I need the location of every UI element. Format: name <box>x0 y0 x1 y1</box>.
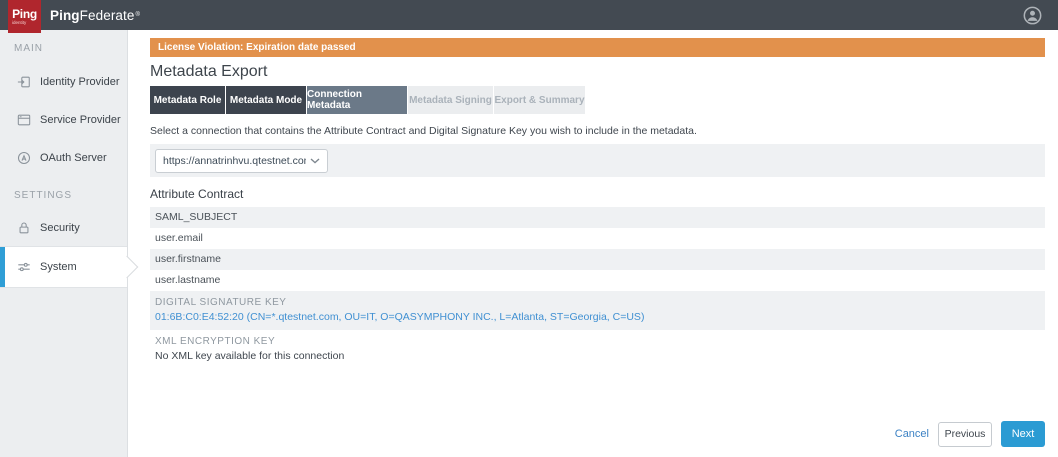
service-provider-icon <box>17 113 31 127</box>
wizard-footer: Cancel Previous Next <box>895 421 1045 447</box>
xml-encryption-key-label: XML ENCRYPTION KEY <box>155 336 1045 348</box>
previous-button[interactable]: Previous <box>938 422 992 447</box>
digital-signature-key-label: DIGITAL SIGNATURE KEY <box>155 297 1045 309</box>
digital-signature-key-link[interactable]: 01:6B:C0:E4:52:20 (CN=*.qtestnet.com, OU… <box>155 311 1045 324</box>
sidebar-item-label: OAuth Server <box>40 152 107 164</box>
sidebar-item-service-provider[interactable]: Service Provider <box>0 101 127 139</box>
instruction-text: Select a connection that contains the At… <box>150 125 1045 138</box>
sidebar: MAIN Identity Provider Service Provider <box>0 30 128 457</box>
ping-identity-logo[interactable]: Ping identity <box>8 0 41 33</box>
brand-federate: Federate <box>80 8 135 23</box>
connection-select[interactable]: https://annatrinhvu.qtestnet.com/sam <box>155 149 328 173</box>
page-title: Metadata Export <box>150 62 1045 82</box>
sidebar-item-label: System <box>40 261 77 273</box>
sidebar-item-security[interactable]: Security <box>0 209 127 247</box>
sidebar-item-oauth-server[interactable]: OAuth Server <box>0 139 127 177</box>
connection-select-band: https://annatrinhvu.qtestnet.com/sam <box>150 144 1045 177</box>
xml-encryption-key-value: No XML key available for this connection <box>155 350 1045 363</box>
sidebar-item-identity-provider[interactable]: Identity Provider <box>0 63 127 101</box>
oauth-server-icon <box>17 151 31 165</box>
brand-registered-mark: ® <box>136 10 141 20</box>
tab-export-summary: Export & Summary <box>494 86 585 114</box>
digital-signature-key-block: DIGITAL SIGNATURE KEY 01:6B:C0:E4:52:20 … <box>150 291 1045 330</box>
next-button[interactable]: Next <box>1001 421 1045 447</box>
wizard-step-tabs: Metadata Role Metadata Mode Connection M… <box>150 86 1045 114</box>
sidebar-section-main: MAIN <box>14 44 127 54</box>
attribute-contract-list: SAML_SUBJECT user.email user.firstname u… <box>150 207 1045 291</box>
sidebar-item-label: Security <box>40 222 80 234</box>
connection-select-value: https://annatrinhvu.qtestnet.com/sam <box>163 155 306 167</box>
xml-encryption-key-block: XML ENCRYPTION KEY No XML key available … <box>150 330 1045 369</box>
attribute-row: SAML_SUBJECT <box>150 207 1045 228</box>
tab-metadata-signing: Metadata Signing <box>408 86 493 114</box>
user-avatar-icon[interactable] <box>1023 6 1042 25</box>
tab-metadata-mode[interactable]: Metadata Mode <box>226 86 306 114</box>
sidebar-section-settings: SETTINGS <box>14 191 127 201</box>
chevron-down-icon <box>310 158 320 164</box>
main-content: License Violation: Expiration date passe… <box>129 30 1058 457</box>
tab-connection-metadata[interactable]: Connection Metadata <box>307 86 407 114</box>
top-bar: PingFederate® <box>0 0 1058 30</box>
attribute-row: user.email <box>150 228 1045 249</box>
system-icon <box>17 260 31 274</box>
logo-text: Ping <box>12 8 37 20</box>
attribute-row: user.lastname <box>150 270 1045 291</box>
cancel-link[interactable]: Cancel <box>895 428 929 440</box>
identity-provider-icon <box>17 75 31 89</box>
license-violation-banner: License Violation: Expiration date passe… <box>150 38 1045 57</box>
attribute-row: user.firstname <box>150 249 1045 270</box>
logo-subtext: identity <box>12 20 26 25</box>
app-brand: PingFederate® <box>50 0 140 30</box>
attribute-contract-heading: Attribute Contract <box>150 187 1045 201</box>
sidebar-item-label: Identity Provider <box>40 76 119 88</box>
sidebar-item-system[interactable]: System <box>0 247 127 287</box>
security-icon <box>17 221 31 235</box>
sidebar-item-label: Service Provider <box>40 114 121 126</box>
tab-metadata-role[interactable]: Metadata Role <box>150 86 225 114</box>
brand-ping: Ping <box>50 8 80 23</box>
